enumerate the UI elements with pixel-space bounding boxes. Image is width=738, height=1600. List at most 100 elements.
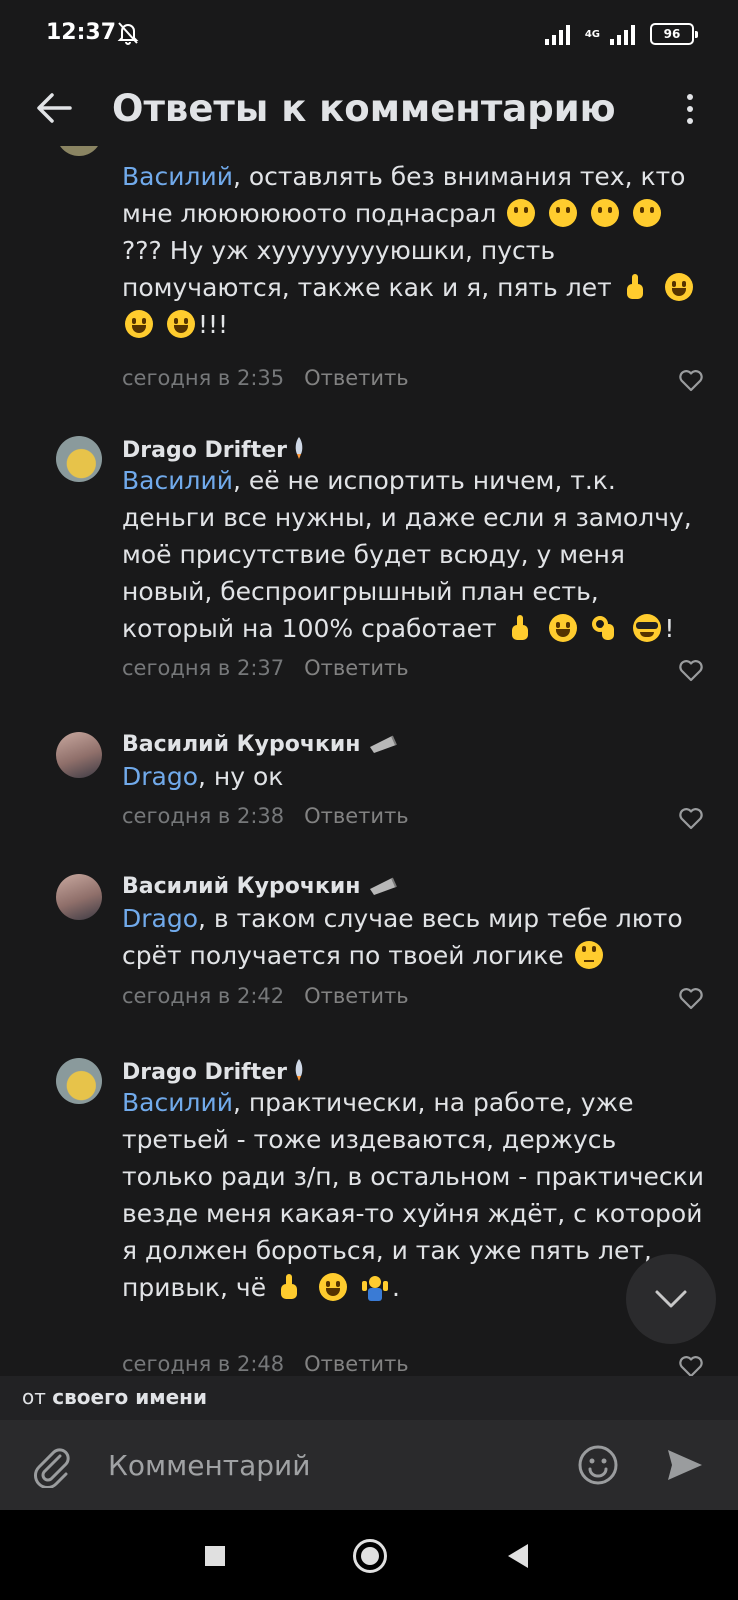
smiley-emoji-icon: [319, 1273, 347, 1301]
reply-button[interactable]: Ответить: [304, 804, 409, 828]
header: Ответы к комментарию: [0, 70, 738, 146]
comment-text-part: , ну ок: [198, 762, 284, 791]
comment-meta: сегодня в 2:38 Ответить: [122, 804, 409, 828]
comment-time: сегодня в 2:35: [122, 366, 285, 390]
comment-meta: сегодня в 2:48 Ответить: [122, 1352, 409, 1376]
comment-meta: сегодня в 2:37 Ответить: [122, 656, 409, 680]
status-bar: 12:37 4G 96: [0, 0, 738, 70]
thinking-emoji-icon: [633, 199, 662, 227]
sender-name[interactable]: своего имени: [52, 1385, 207, 1409]
heart-icon[interactable]: [678, 1354, 704, 1376]
system-nav-bar: [0, 1510, 738, 1600]
sender-prefix: от: [22, 1385, 46, 1409]
smiley-emoji-icon: [125, 310, 153, 338]
dot: [687, 118, 693, 124]
pointing-up-emoji-icon: [508, 614, 536, 642]
page-title: Ответы к комментарию: [112, 87, 616, 130]
reply-button[interactable]: Ответить: [304, 984, 409, 1008]
chevron-down-icon: [655, 1290, 687, 1308]
smiley-emoji-icon: [664, 273, 693, 301]
comment-author[interactable]: Drago Drifter: [122, 1058, 305, 1085]
flushed-emoji-icon: [507, 199, 536, 227]
status-time: 12:37: [46, 20, 117, 45]
back-button[interactable]: [30, 84, 78, 132]
signal-icon: [544, 25, 570, 45]
mention-link[interactable]: Василий: [122, 466, 233, 495]
scroll-down-button[interactable]: [626, 1254, 716, 1344]
comment-author[interactable]: Drago Drifter: [122, 436, 305, 463]
ok-hand-emoji-icon: [591, 614, 619, 642]
mention-link[interactable]: Василий: [122, 1088, 233, 1117]
comment-text: Василий, практически, на работе, уже тре…: [122, 1084, 707, 1306]
sunglasses-emoji-icon: [633, 614, 662, 642]
comment-composer: [0, 1420, 738, 1510]
comment-text-part: , практически, на работе, уже третьей - …: [122, 1088, 704, 1302]
dot: [687, 106, 693, 112]
avatar[interactable]: [56, 146, 102, 156]
comment-time: сегодня в 2:48: [122, 1352, 285, 1376]
sender-bar[interactable]: от своего имени: [0, 1376, 738, 1420]
comment-meta: сегодня в 2:42 Ответить: [122, 984, 409, 1008]
recents-button[interactable]: [205, 1546, 225, 1566]
arrow-left-icon: [37, 93, 72, 123]
author-name: Василий Курочкин: [122, 874, 361, 899]
paperclip-icon[interactable]: [30, 1444, 74, 1488]
comment-text: Drago, в таком случае весь мир тебе люто…: [122, 900, 707, 974]
sender-label: от своего имени: [22, 1385, 207, 1409]
comment-text-part: !: [664, 614, 675, 643]
comment-meta: сегодня в 2:35 Ответить: [122, 366, 409, 390]
signal-icon-2: [610, 25, 635, 45]
comment-author[interactable]: Василий Курочкин: [122, 874, 398, 899]
horn-icon: [370, 735, 398, 753]
eye-roll-emoji-icon: [574, 941, 603, 969]
avatar[interactable]: [56, 1058, 102, 1104]
flushed-emoji-icon: [591, 199, 620, 227]
dot: [687, 94, 693, 100]
rocket-icon: [295, 437, 303, 459]
comment-author[interactable]: Василий Курочкин: [122, 732, 398, 757]
mention-link[interactable]: Drago: [122, 904, 198, 933]
comment-time: сегодня в 2:37: [122, 656, 285, 680]
smiley-emoji-icon: [166, 310, 195, 338]
horn-icon: [370, 877, 398, 895]
send-icon[interactable]: [664, 1444, 706, 1486]
status-indicators: 4G 96: [544, 20, 698, 48]
author-name: Drago Drifter: [122, 1060, 287, 1085]
home-button[interactable]: [353, 1539, 387, 1573]
comment-time: сегодня в 2:42: [122, 984, 285, 1008]
avatar[interactable]: [56, 436, 102, 482]
avatar[interactable]: [56, 874, 102, 920]
flushed-emoji-icon: [549, 199, 578, 227]
author-name: Василий Курочкин: [122, 732, 361, 757]
comment-text-part: ??? Ну уж хууууууууюшки, пусть помучаютс…: [122, 236, 612, 302]
heart-icon[interactable]: [678, 806, 704, 830]
author-name: Drago Drifter: [122, 438, 287, 463]
network-type: 4G: [584, 28, 600, 40]
bell-muted-icon: [117, 22, 139, 45]
pointing-up-emoji-icon: [277, 1273, 305, 1301]
heart-icon[interactable]: [678, 368, 704, 392]
emoji-icon[interactable]: [576, 1443, 620, 1487]
heart-icon[interactable]: [678, 658, 704, 682]
reply-button[interactable]: Ответить: [304, 366, 409, 390]
system-back-button[interactable]: [508, 1544, 528, 1568]
comment-input[interactable]: [108, 1442, 548, 1488]
heart-icon[interactable]: [678, 986, 704, 1010]
rocket-icon: [295, 1059, 303, 1081]
comment-text-part: !!!: [197, 310, 229, 339]
comment-text-part: .: [391, 1273, 400, 1302]
comment-text: Василий, оставлять без внимания тех, кто…: [122, 158, 707, 343]
comment-thread[interactable]: Василий, оставлять без внимания тех, кто…: [0, 146, 738, 1376]
reply-button[interactable]: Ответить: [304, 1352, 409, 1376]
reply-button[interactable]: Ответить: [304, 656, 409, 680]
comment-time: сегодня в 2:38: [122, 804, 285, 828]
mention-link[interactable]: Drago: [122, 762, 198, 791]
battery-icon: 96: [650, 23, 698, 45]
comment-text: Drago, ну ок: [122, 758, 707, 795]
smiley-emoji-icon: [549, 614, 578, 642]
battery-level: 96: [663, 27, 681, 41]
avatar[interactable]: [56, 732, 102, 778]
more-menu-button[interactable]: [682, 86, 698, 132]
mention-link[interactable]: Василий: [122, 162, 233, 191]
man-shrugging-emoji-icon: [361, 1273, 389, 1301]
